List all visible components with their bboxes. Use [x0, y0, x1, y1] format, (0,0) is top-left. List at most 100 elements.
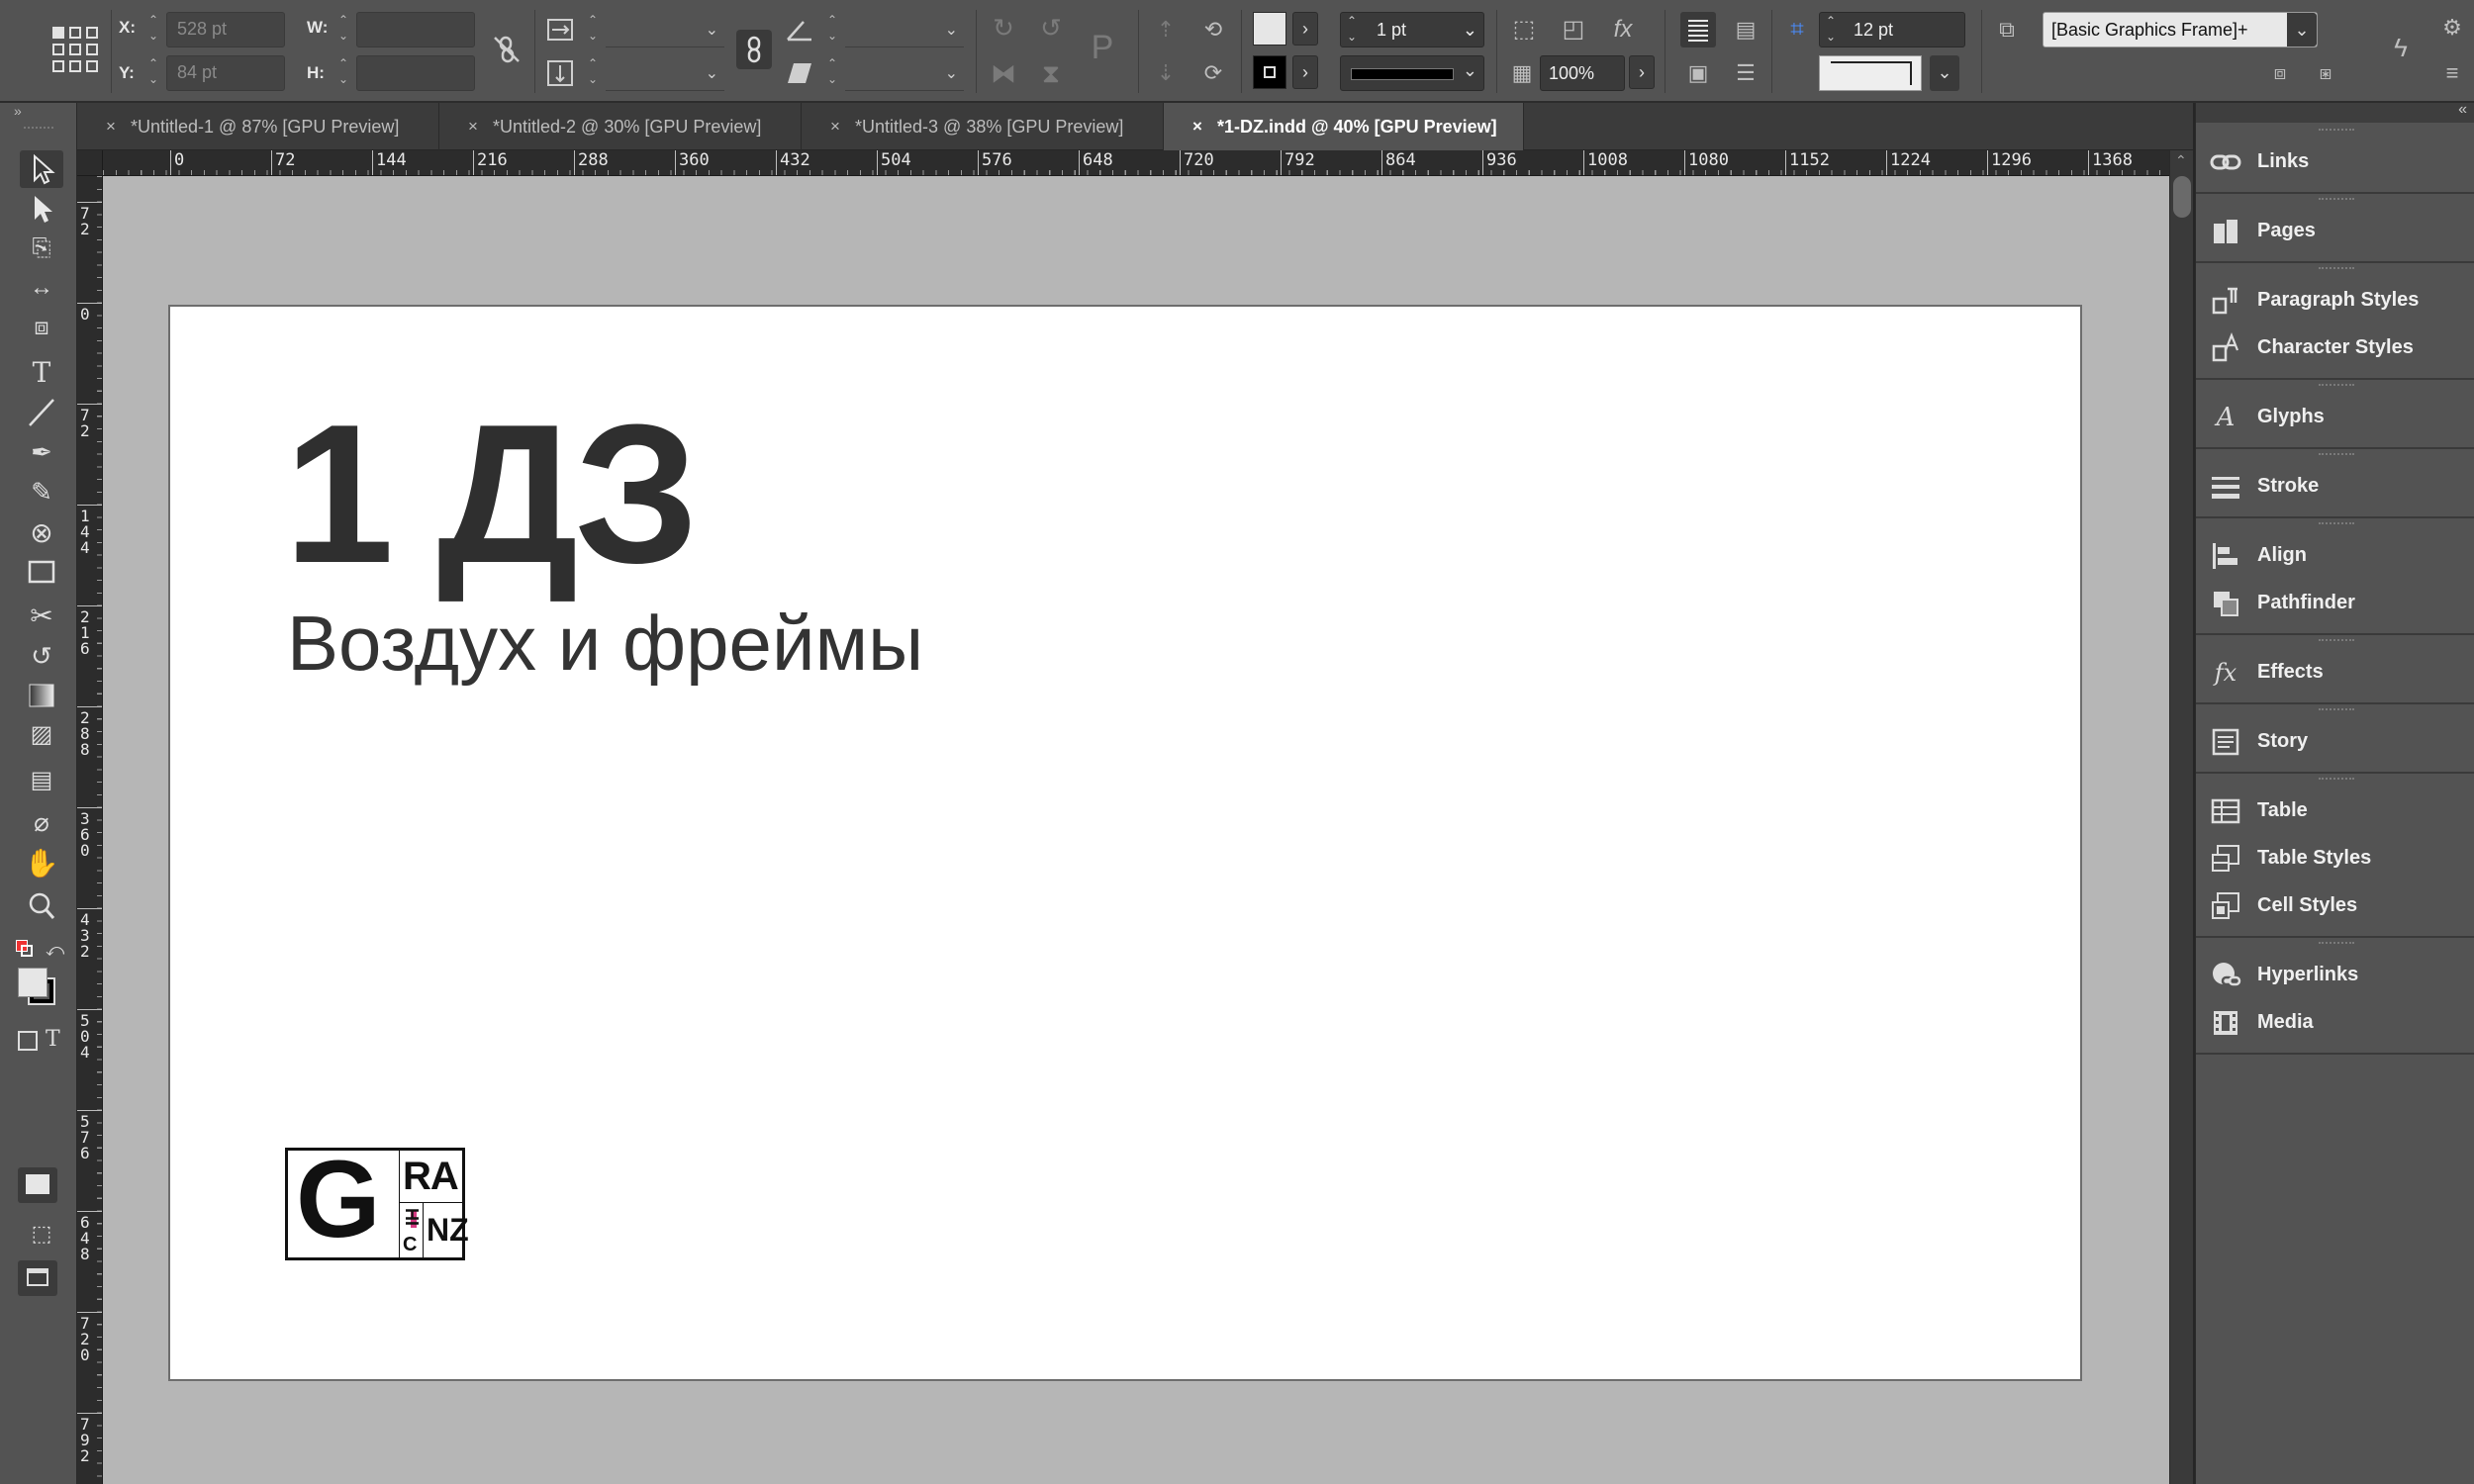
w-field[interactable]	[356, 12, 475, 47]
select-next-icon[interactable]: ⟳	[1195, 55, 1231, 91]
scrollbar-thumb[interactable]	[2173, 176, 2191, 218]
type-tool-icon[interactable]: T	[20, 354, 63, 392]
stroke-weight-field[interactable]: ⌃ ⌄ 1 pt ⌄	[1340, 12, 1484, 47]
pen-tool-icon[interactable]: ✒	[20, 433, 63, 471]
stroke-menu-button[interactable]: ›	[1292, 55, 1318, 89]
close-tab-icon[interactable]: ×	[99, 103, 123, 150]
rotation-dropdown[interactable]: ⌄	[845, 12, 964, 47]
rectangle-frame-tool-icon[interactable]: ⊗	[20, 514, 63, 552]
panel-links[interactable]: Links	[2196, 139, 2474, 186]
formatting-container-icon[interactable]	[18, 1031, 38, 1051]
hand-tool-icon[interactable]: ✋	[20, 845, 63, 882]
shear-stepper[interactable]: ⌃ ⌄	[821, 55, 843, 91]
panel-glyphs[interactable]: A Glyphs	[2196, 394, 2474, 441]
apply-color-button[interactable]	[18, 1167, 57, 1203]
h-field[interactable]	[356, 55, 475, 91]
selection-tool-icon[interactable]	[20, 150, 63, 188]
close-tab-icon[interactable]: ×	[461, 103, 485, 150]
note-tool-icon[interactable]: ▤	[20, 762, 63, 799]
eyedropper-tool-icon[interactable]: ⌀	[20, 803, 63, 841]
close-tab-icon[interactable]: ×	[823, 103, 847, 150]
drop-shadow-icon[interactable]: ◰	[1556, 12, 1591, 47]
select-previous-icon[interactable]: ⟲	[1195, 12, 1231, 47]
normal-view-mode-icon[interactable]: ⬚	[20, 1215, 63, 1252]
document-page[interactable]: 1 ДЗ Воздух и фреймы G RA HI C NZ	[168, 305, 2082, 1381]
auto-fit-frame-icon[interactable]: ⌗	[1779, 12, 1815, 47]
free-transform-tool-icon[interactable]: ↺	[20, 637, 63, 675]
pasteboard[interactable]: 1 ДЗ Воздух и фреймы G RA HI C NZ	[103, 176, 2169, 1484]
stroke-swatch[interactable]	[1253, 55, 1286, 89]
w-stepper[interactable]: ⌃ ⌄	[333, 12, 354, 47]
expand-tools-icon[interactable]: »	[14, 103, 22, 119]
fx-effects-icon[interactable]: fx	[1605, 12, 1641, 47]
panel-hyperlinks[interactable]: Hyperlinks	[2196, 952, 2474, 999]
ruler-origin[interactable]	[77, 150, 103, 176]
wrap-jump-icon[interactable]: ☰	[1728, 55, 1763, 91]
y-stepper[interactable]: ⌃ ⌄	[143, 55, 164, 91]
path-type-icon[interactable]: P	[1085, 30, 1120, 65]
panel-paragraph-styles[interactable]: Paragraph Styles	[2196, 277, 2474, 325]
x-stepper[interactable]: ⌃ ⌄	[143, 12, 164, 47]
wrap-bounding-box-icon[interactable]: ▤	[1728, 12, 1763, 47]
pencil-tool-icon[interactable]: ✎	[20, 473, 63, 510]
stroke-type-dropdown[interactable]: ⌄	[1340, 55, 1484, 91]
fill-swatch[interactable]	[1253, 12, 1286, 46]
close-tab-icon[interactable]: ×	[1186, 103, 1209, 150]
gradient-feather-tool-icon[interactable]: ▨	[20, 716, 63, 754]
scissors-tool-icon[interactable]: ✂	[20, 598, 63, 635]
panel-media[interactable]: Media	[2196, 999, 2474, 1047]
panel-story[interactable]: Story	[2196, 718, 2474, 766]
scroll-up-icon[interactable]: ⌃	[2175, 152, 2187, 169]
opacity-field[interactable]: 100%	[1540, 55, 1625, 91]
screen-mode-button[interactable]	[18, 1260, 57, 1296]
panel-pages[interactable]: Pages	[2196, 208, 2474, 255]
document-title[interactable]: 1 ДЗ	[284, 396, 699, 594]
select-container-icon[interactable]: ⇡	[1148, 12, 1184, 47]
swap-fill-stroke-icon[interactable]: ⤺	[46, 940, 64, 961]
zoom-tool-icon[interactable]	[20, 886, 63, 924]
direct-selection-tool-icon[interactable]	[20, 190, 63, 228]
page-tool-icon[interactable]: ⎘	[20, 230, 63, 267]
wrap-shape-icon[interactable]: ▣	[1680, 55, 1716, 91]
rectangle-tool-icon[interactable]	[20, 554, 63, 592]
collapse-panels-icon[interactable]: «	[2458, 101, 2467, 119]
object-style-dropdown[interactable]: [Basic Graphics Frame]+ ⌄	[2043, 12, 2318, 47]
line-tool-icon[interactable]	[20, 394, 63, 431]
scale-x-stepper[interactable]: ⌃ ⌄	[582, 12, 604, 47]
shear-dropdown[interactable]: ⌄	[845, 55, 964, 91]
constrain-scale-button[interactable]	[736, 30, 772, 69]
panel-menu-icon[interactable]: ≡	[2434, 55, 2470, 91]
select-content-icon[interactable]: ⇣	[1148, 55, 1184, 91]
panel-cell-styles[interactable]: Cell Styles	[2196, 882, 2474, 930]
panel-stroke[interactable]: Stroke	[2196, 463, 2474, 510]
scale-x-dropdown[interactable]: ⌄	[606, 12, 724, 47]
scale-y-stepper[interactable]: ⌃ ⌄	[582, 55, 604, 91]
clear-overrides-icon[interactable]: ⧈	[2262, 55, 2298, 91]
document-tab-active[interactable]: × *1-DZ.indd @ 40% [GPU Preview]	[1164, 103, 1524, 150]
panel-table-styles[interactable]: Table Styles	[2196, 835, 2474, 882]
panel-pathfinder[interactable]: Pathfinder	[2196, 580, 2474, 627]
rotate-counterclockwise-icon[interactable]: ↺	[1033, 10, 1069, 46]
flip-horizontal-icon[interactable]: ⧓	[986, 55, 1021, 91]
flip-vertical-icon[interactable]: ⧗	[1033, 55, 1069, 91]
x-field[interactable]: 528 pt	[166, 12, 285, 47]
clear-attributes-icon[interactable]: ⧆	[2308, 55, 2343, 91]
rotate-clockwise-icon[interactable]: ↻	[986, 10, 1021, 46]
opacity-menu-button[interactable]: ›	[1629, 55, 1655, 89]
reference-point-icon[interactable]	[49, 24, 101, 75]
panel-character-styles[interactable]: Character Styles	[2196, 325, 2474, 372]
y-field[interactable]: 84 pt	[166, 55, 285, 91]
fill-menu-button[interactable]: ›	[1292, 12, 1318, 46]
panel-align[interactable]: Align	[2196, 532, 2474, 580]
rotation-stepper[interactable]: ⌃ ⌄	[821, 12, 843, 47]
document-tab[interactable]: × *Untitled-1 @ 87% [GPU Preview]	[77, 103, 439, 150]
scale-y-dropdown[interactable]: ⌄	[606, 55, 724, 91]
column-gutter-field[interactable]: ⌃ ⌄ 12 pt	[1819, 12, 1965, 47]
vertical-scrollbar[interactable]: ⌃	[2169, 150, 2193, 1484]
content-collector-tool-icon[interactable]: ⧈	[20, 309, 63, 346]
formatting-text-icon[interactable]: T	[46, 1027, 60, 1052]
vertical-ruler[interactable]: 72 0 72 144 216 288 360 432 504 576 648 720 792	[77, 176, 103, 1484]
fill-stroke-proxy[interactable]	[18, 968, 57, 1007]
constrain-proportions-icon[interactable]	[489, 32, 524, 67]
quick-apply-icon[interactable]: ϟ	[2383, 30, 2419, 65]
